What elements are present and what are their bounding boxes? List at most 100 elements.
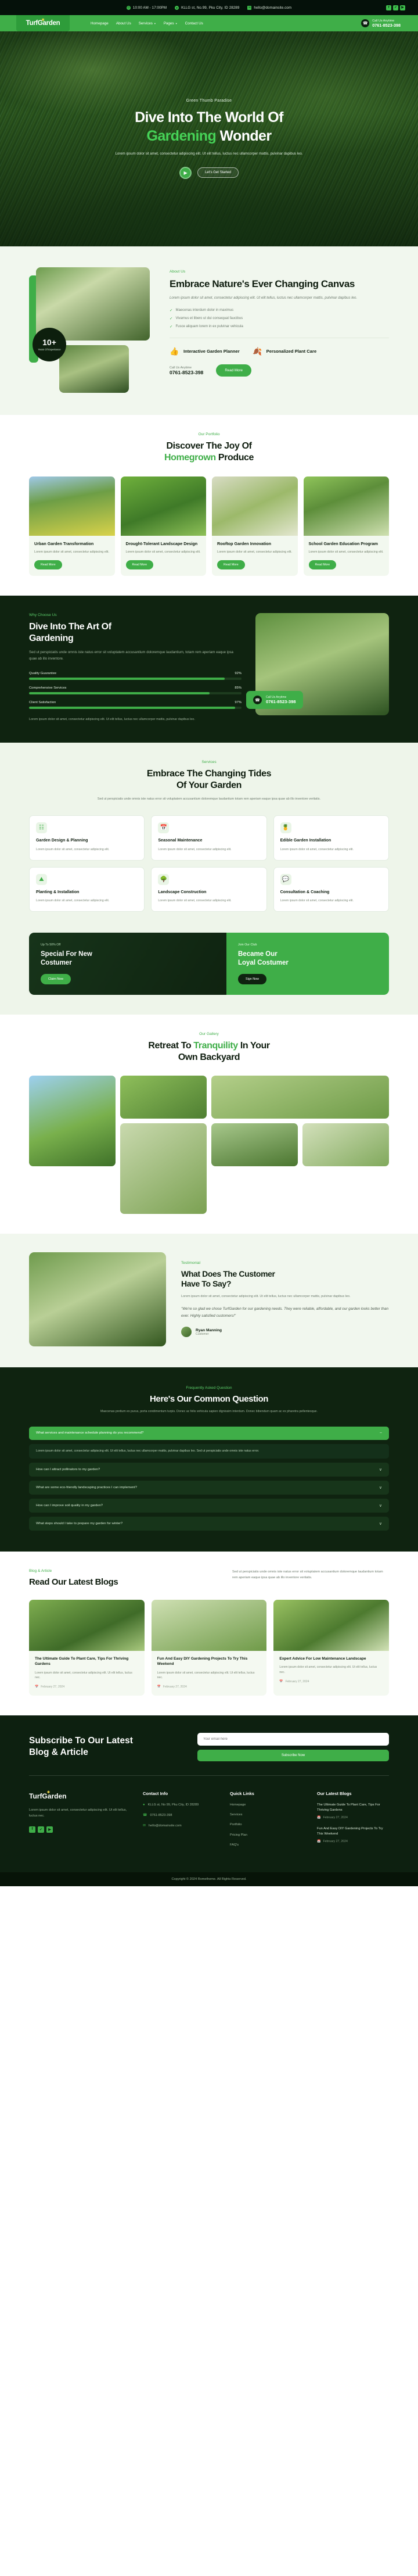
floating-call-card[interactable]: ☎ Call Us Anytime 0761-8523-398 [246,691,303,709]
claim-now-button[interactable]: Claim Now [41,974,71,985]
hero-actions: ▶ Let's Get Started [115,166,302,179]
service-card[interactable]: 📅 Seasonal Maintenance Lorem ipsum dolor… [151,815,267,861]
chevron-down-icon[interactable]: ∨ [379,1521,382,1526]
footer-link-pricing[interactable]: Pricing Plan [230,1833,302,1838]
carrot-icon: 🍍 [280,822,291,834]
check-icon: ✓ [170,309,173,313]
nav-item-pages[interactable]: Pages ▼ [164,22,178,26]
nav-item-services[interactable]: Services ▼ [139,22,156,26]
service-card[interactable]: 🍍 Edible Garden Installation Lorem ipsum… [273,815,389,861]
read-more-button[interactable]: Read More [217,560,245,570]
get-started-button[interactable]: Let's Get Started [197,167,239,178]
youtube-icon[interactable]: ▶ [400,5,405,10]
footer-link-services[interactable]: Services [230,1812,302,1818]
promo-title-line1: Special For New [41,951,92,958]
faq-item[interactable]: What steps should I take to prepare my g… [29,1517,389,1531]
footer-logo[interactable]: TurfGarden ❄ [29,1791,66,1800]
faq-question: How can I improve soil quality in my gar… [36,1504,103,1508]
portfolio-image [120,476,206,536]
youtube-icon[interactable]: ▶ [46,1826,53,1833]
top-bar-info: ◷ 10:00 AM - 17:00PM ● KLLG st, No.99, P… [126,5,291,10]
map-pin-icon: ● [143,1803,145,1807]
feature-title: Personalized Plant Care [266,348,317,354]
nav-call-block[interactable]: ☎ Call Us Anytime 0761-8523-398 [361,19,401,28]
service-card[interactable]: ⛰ Planting & Installation Lorem ipsum do… [29,866,145,912]
nav-item-about[interactable]: About Us [116,22,131,26]
faq-item[interactable]: What are some eco-friendly landscaping p… [29,1481,389,1495]
faq-item[interactable]: How can I improve soil quality in my gar… [29,1499,389,1513]
faq-list: What services and maintenance schedule p… [29,1426,389,1531]
hero-subtitle: Lorem ipsum dolor sit amet, consectetur … [115,151,303,156]
footer-link-portfolio[interactable]: Portfolio [230,1822,302,1828]
gallery-image[interactable] [302,1123,389,1166]
progress-fill [29,678,225,680]
progress-label: Quality Guarantee [29,672,57,676]
faq-question: What steps should I take to prepare my g… [36,1522,123,1526]
contact-phone[interactable]: ☎ 0761-8523-398 [143,1813,215,1819]
footer-blog-item[interactable]: Fun And Easy DIY Gardening Projects To T… [317,1826,389,1843]
faq-item[interactable]: How can I attract pollinators to my gard… [29,1463,389,1477]
about-call-number[interactable]: 0761-8523-398 [170,370,203,375]
read-more-button[interactable]: Read More [308,560,337,570]
promo-title-line2: Costumer [41,959,72,967]
read-more-button[interactable]: Read More [125,560,154,570]
chevron-down-icon[interactable]: ∨ [379,1467,382,1472]
about-media: 10+ Years Of Experiance [29,267,154,393]
read-more-button[interactable]: Read More [34,560,62,570]
facebook-icon[interactable]: f [29,1826,35,1833]
gallery-image[interactable] [211,1075,389,1119]
nav-item-homepage[interactable]: Homepage [91,22,109,26]
logo-brand[interactable]: TurfGarden ❄ [16,15,70,31]
nav-links: Homepage About Us Services ▼ Pages ▼ Conta… [91,22,203,26]
footer-blog-item[interactable]: The Ultimate Guide To Plant Care, Tips F… [317,1803,389,1819]
facebook-icon[interactable]: f [386,5,391,10]
portfolio-card[interactable]: School Garden Education Program Lorem ip… [303,476,389,576]
progress-services: Comprehensive Services 85% [29,686,242,695]
twitter-icon[interactable]: ✓ [38,1826,44,1833]
leaf-icon: ❄ [41,19,45,22]
blog-title: Read Our Latest Blogs [29,1577,118,1588]
portfolio-card-title: Rooftop Garden Innovation [217,541,272,547]
gallery-image[interactable] [120,1075,207,1119]
gallery-image[interactable] [120,1123,207,1214]
faq-item[interactable]: What services and maintenance schedule p… [29,1426,389,1440]
blog-image [273,1600,389,1651]
service-card[interactable]: ☷ Garden Design & Planning Lorem ipsum d… [29,815,145,861]
subscribe-button[interactable]: Subscribe Now [197,1749,389,1761]
service-card[interactable]: 💬 Consultation & Coaching Lorem ipsum do… [273,866,389,912]
sign-now-button[interactable]: Sign Now [238,974,267,985]
chevron-down-icon[interactable]: ∨ [379,1485,382,1490]
blog-card[interactable]: Expert Advice For Low Maintenance Landsc… [273,1600,389,1696]
promo-tag: Join Our Club [238,943,257,947]
blog-card[interactable]: Fun And Easy DIY Gardening Projects To T… [151,1600,267,1696]
play-icon[interactable]: ▶ [179,166,192,179]
services-grid: ☷ Garden Design & Planning Lorem ipsum d… [29,815,389,912]
nav-call-number: 0761-8523-398 [372,22,401,28]
blog-card[interactable]: The Ultimate Guide To Plant Care, Tips F… [29,1600,145,1696]
art-footnote: Lorem ipsum dolor sit amet, consectetur … [29,718,195,722]
contact-email[interactable]: ✉ hello@domainsite.com [143,1823,215,1829]
gallery-image[interactable] [211,1123,298,1166]
email-info[interactable]: ✉ hello@domainsite.com [247,5,291,10]
service-card[interactable]: 🌳 Landscape Construction Lorem ipsum dol… [151,866,267,912]
twitter-icon[interactable]: ✓ [393,5,398,10]
footer-link-faqs[interactable]: FAQ's [230,1843,302,1848]
minus-icon[interactable]: − [380,1431,382,1435]
gallery-image[interactable] [29,1075,116,1166]
nav-item-contact[interactable]: Contact Us [185,22,203,26]
copyright-text: Copyright © 2024 Rometheme. All Rights R… [0,1872,418,1887]
chevron-down-icon[interactable]: ∨ [379,1503,382,1508]
service-desc: Lorem ipsum dolor sit amet, consectetur … [158,899,232,903]
promo-title: Special For New Costumer [41,950,215,968]
portfolio-card[interactable]: Drought-Tolerant Landscape Design Lorem … [120,476,206,576]
footer-blogs-title: Our Latest Blogs [317,1790,352,1796]
email-input[interactable] [197,1732,389,1746]
portfolio-card[interactable]: Urban Garden Transformation Lorem ipsum … [29,476,115,576]
portfolio-card[interactable]: Rooftop Garden Innovation Lorem ipsum do… [212,476,298,576]
about-check-list: ✓ Maecenas interdum dolor in maximus ✓ Viv… [170,308,389,329]
portfolio-image [212,476,298,536]
subscribe-title-line1: Subscribe To Our Latest [29,1736,133,1746]
read-more-button[interactable]: Read More [216,364,251,377]
service-desc: Lorem ipsum dolor sit amet, consectetur … [280,899,354,903]
footer-link-homepage[interactable]: Homepage [230,1803,302,1808]
